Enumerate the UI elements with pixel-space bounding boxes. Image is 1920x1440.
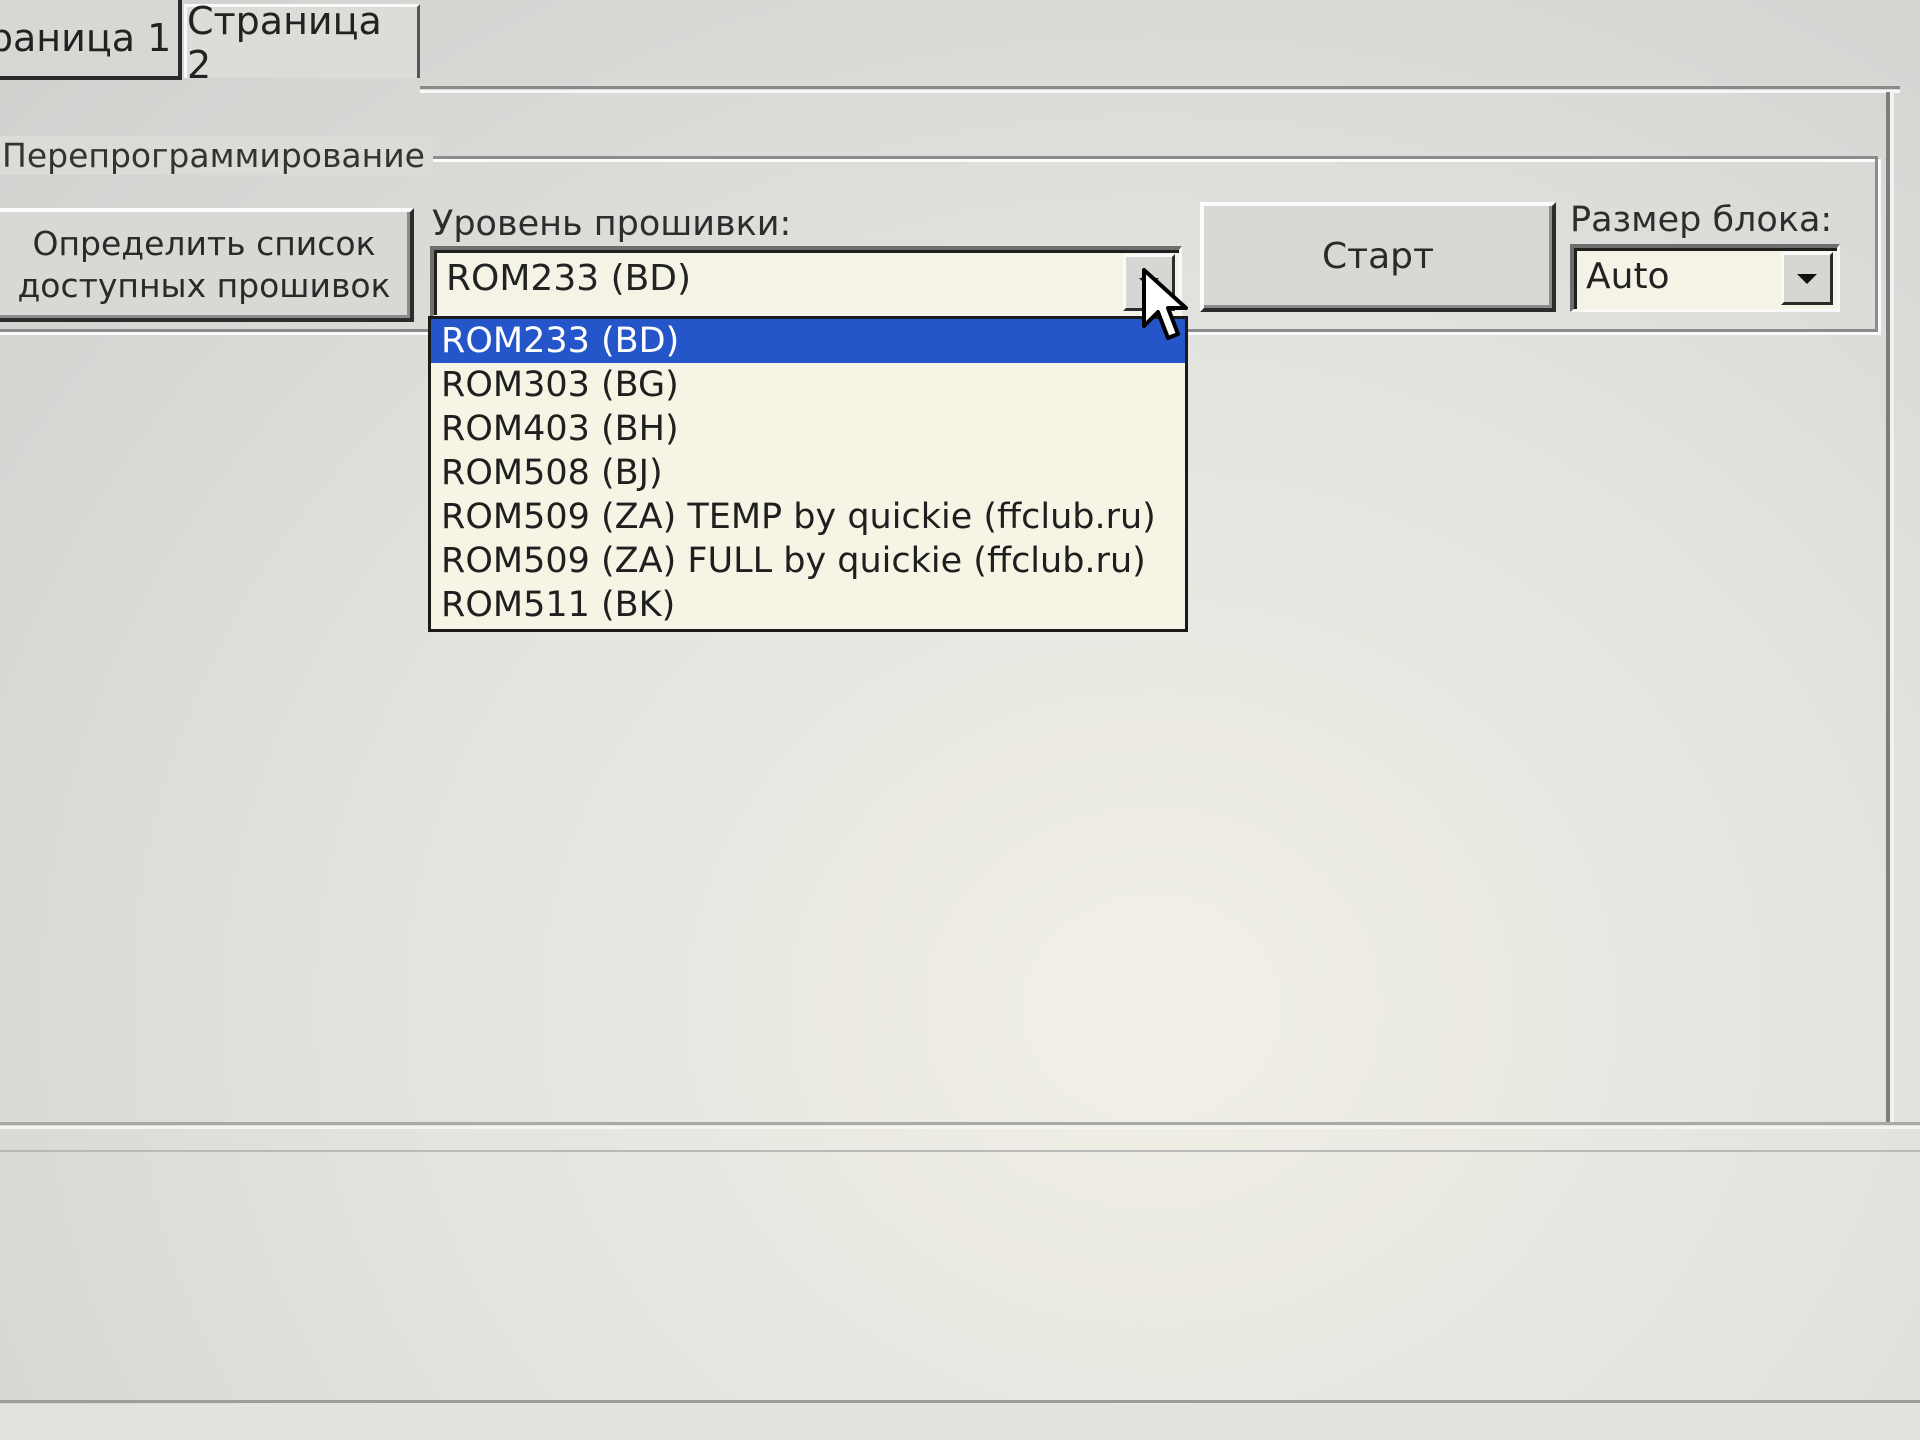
start-button-label: Старт [1322,236,1434,277]
chevron-down-icon [1797,273,1817,284]
block-size-dropdown-button[interactable] [1781,252,1833,305]
firmware-level-label: Уровень прошивки: [432,204,792,244]
firmware-level-value: ROM233 (BD) [446,258,692,299]
groupbox-title: Перепрограммирование [0,136,433,175]
tab-divider-highlight [420,90,1900,93]
app-window: траница 1 Страница 2 Перепрограммировани… [0,0,1920,1440]
firmware-option[interactable]: ROM511 (BK) [431,583,1185,627]
firmware-option[interactable]: ROM403 (BH) [431,407,1185,451]
panel-border-right [1886,92,1890,1122]
tab-page-2[interactable]: Страница 2 [184,0,420,87]
detect-firmware-label-line2: доступных прошивок [17,266,391,305]
tab-divider [420,86,1900,89]
firmware-option[interactable]: ROM508 (BJ) [431,451,1185,495]
firmware-option[interactable]: ROM303 (BG) [431,363,1185,407]
firmware-option[interactable]: ROM509 (ZA) FULL by quickie (ffclub.ru) [431,539,1185,583]
tab-page-1[interactable]: траница 1 [0,0,182,80]
bottom-divider-highlight [0,1126,1920,1129]
firmware-option[interactable]: ROM233 (BD) [431,319,1185,363]
firmware-level-select[interactable]: ROM233 (BD) [430,246,1182,318]
firmware-options-list: ROM233 (BD) ROM303 (BG) ROM403 (BH) ROM5… [428,316,1188,632]
block-size-value: Auto [1586,256,1670,297]
detect-firmware-button[interactable]: Определить список доступных прошивок [0,208,414,322]
block-size-select[interactable]: Auto [1570,244,1840,312]
start-button[interactable]: Старт [1200,202,1556,312]
block-size-label: Размер блока: [1570,200,1833,240]
detect-firmware-label-line1: Определить список [32,224,376,263]
bottom-divider [0,1122,1920,1125]
mouse-pointer-icon [1142,268,1188,340]
status-bar-border [0,1400,1920,1403]
status-bar [0,1404,1920,1440]
tab-page-2-label: Страница 2 [187,0,382,87]
tab-page-1-label: траница 1 [0,16,172,60]
firmware-option[interactable]: ROM509 (ZA) TEMP by quickie (ffclub.ru) [431,495,1185,539]
bottom-divider-secondary [0,1150,1920,1152]
